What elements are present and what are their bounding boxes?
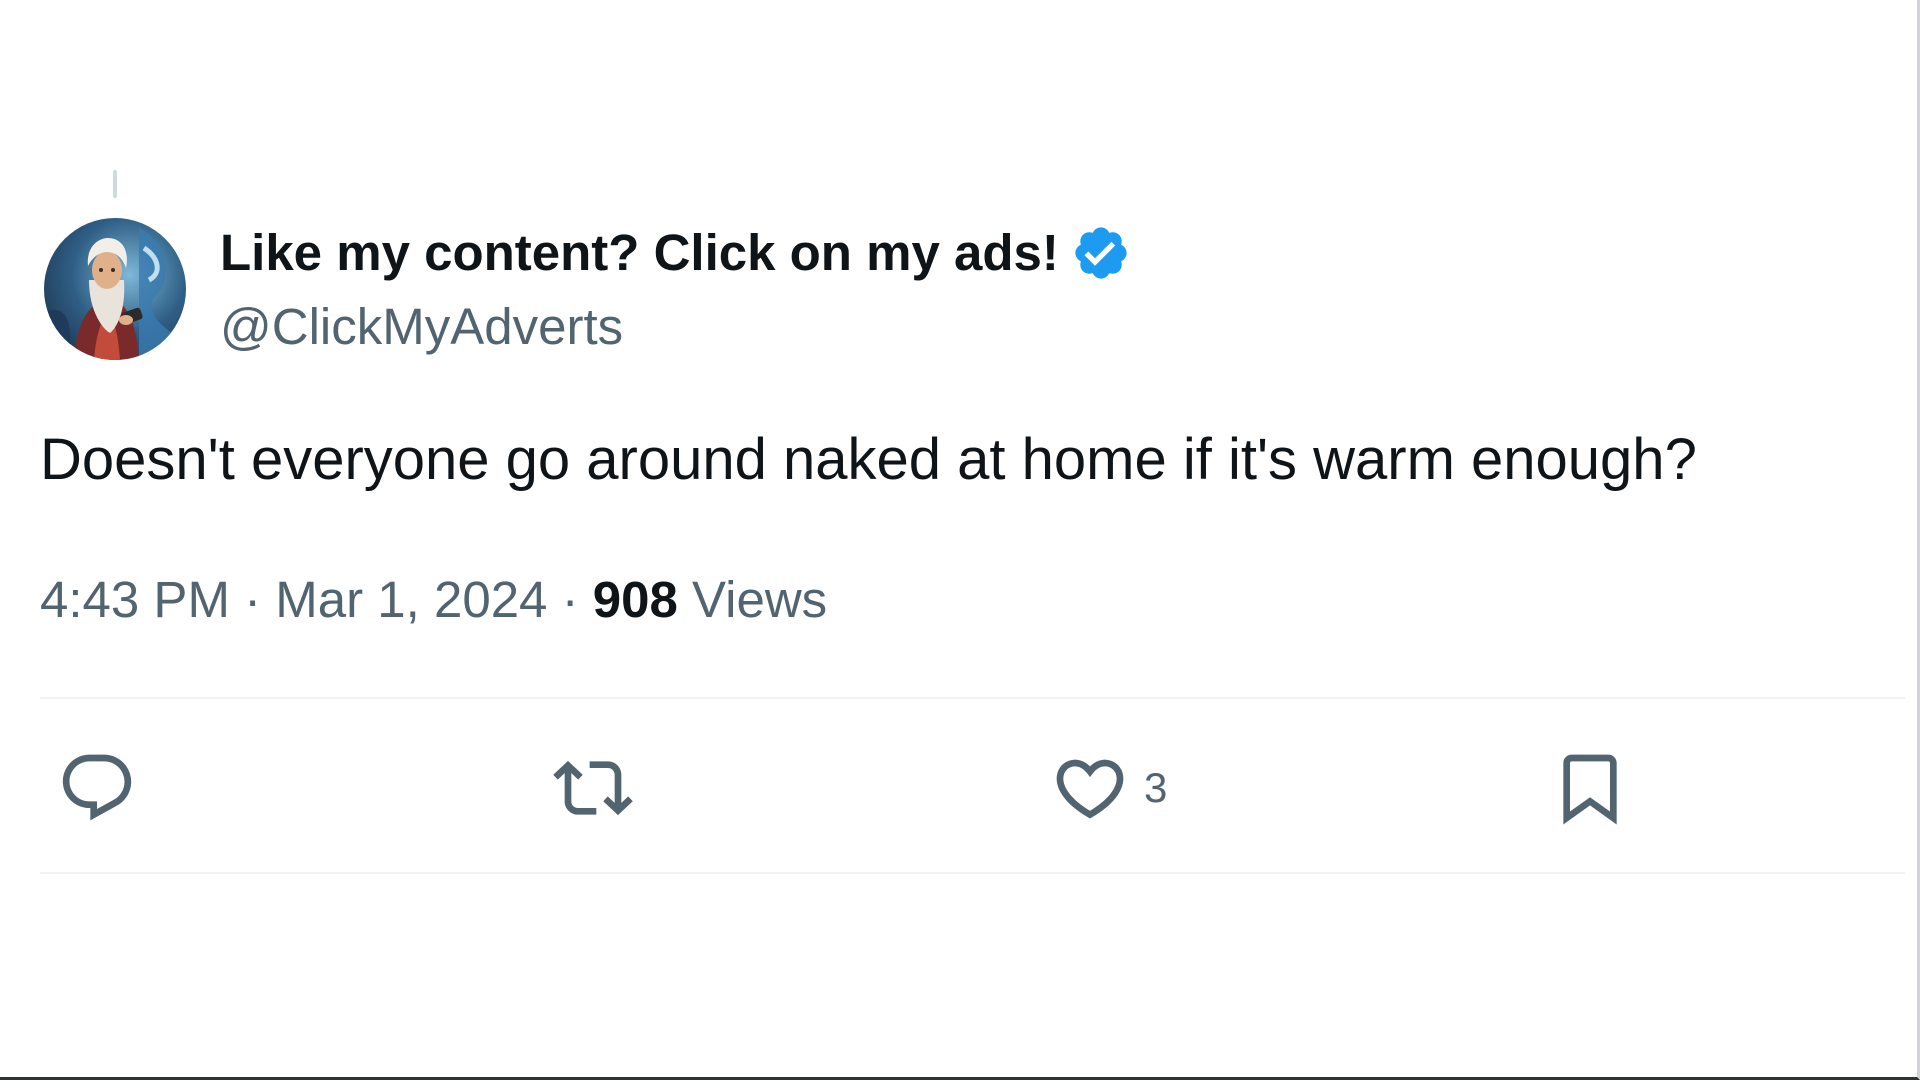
avatar[interactable]	[44, 218, 186, 360]
tweet-metadata: 4:43 PM · Mar 1, 2024 · 908 Views	[40, 565, 827, 635]
avatar-illustration	[44, 218, 186, 360]
divider	[40, 872, 1905, 874]
views-label: Views	[692, 571, 828, 628]
divider	[40, 697, 1905, 699]
reply-button[interactable]	[57, 748, 151, 828]
author-display-name-row[interactable]: Like my content? Click on my ads!	[220, 218, 1131, 288]
thread-connector-line	[113, 170, 117, 198]
meta-separator: ·	[244, 571, 262, 628]
tweet-time[interactable]: 4:43 PM	[40, 571, 230, 628]
tweet-date[interactable]: Mar 1, 2024	[275, 571, 547, 628]
retweet-button[interactable]	[553, 748, 647, 828]
like-count: 3	[1144, 764, 1168, 811]
retweet-icon	[553, 760, 633, 816]
tweet-text: Doesn't everyone go around naked at home…	[40, 427, 1697, 492]
heart-icon	[1056, 759, 1124, 819]
verified-badge-icon[interactable]	[1071, 223, 1131, 283]
reply-icon	[62, 754, 132, 821]
meta-separator: ·	[561, 571, 579, 628]
author-handle[interactable]: @ClickMyAdverts	[220, 292, 623, 362]
tweet-card: Like my content? Click on my ads! @Click…	[0, 0, 1920, 1080]
views-count: 908	[592, 571, 678, 628]
author-display-name[interactable]: Like my content? Click on my ads!	[220, 218, 1059, 288]
bookmark-button[interactable]	[1550, 748, 1644, 828]
bookmark-icon	[1563, 754, 1617, 825]
like-button[interactable]: 3	[1050, 748, 1167, 828]
